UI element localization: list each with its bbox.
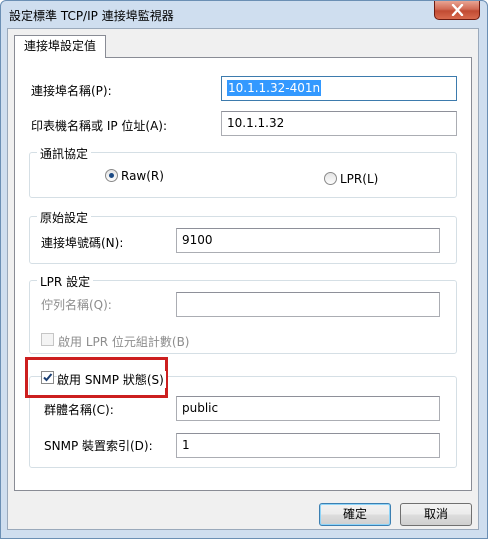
close-button[interactable] [434, 1, 480, 20]
port-name-input[interactable]: 10.1.1.32-401n [221, 76, 457, 101]
printer-name-label: 印表機名稱或 IP 位址(A): [31, 119, 168, 133]
cancel-button-label: 取消 [423, 507, 448, 521]
title-bar[interactable]: 設定標準 TCP/IP 連接埠監視器 [1, 1, 487, 28]
raw-radio[interactable] [105, 169, 118, 182]
lpr-byte-count-checkbox[interactable] [41, 333, 54, 346]
port-number-label: 連接埠號碼(N): [41, 236, 124, 250]
radio-selected-dot [109, 173, 114, 178]
port-name-label: 連接埠名稱(P): [31, 84, 112, 98]
community-name-value: public [182, 401, 219, 415]
protocol-group [29, 152, 457, 198]
community-name-label: 群體名稱(C): [44, 403, 114, 417]
tab-port-settings[interactable]: 連接埠設定值 [14, 35, 106, 58]
snmp-enable-checkbox[interactable] [41, 371, 54, 384]
printer-address-value: 10.1.1.32 [227, 116, 285, 130]
queue-name-input[interactable] [176, 292, 440, 317]
snmp-enable-label[interactable]: 啟用 SNMP 狀態(S) [57, 371, 166, 388]
raw-settings-legend: 原始設定 [37, 209, 92, 226]
port-number-value: 9100 [182, 233, 213, 247]
cancel-button[interactable]: 取消 [400, 503, 472, 526]
close-icon [451, 4, 464, 16]
raw-radio-label[interactable]: Raw(R) [121, 169, 164, 183]
snmp-device-index-input[interactable]: 1 [176, 433, 440, 458]
snmp-device-index-value: 1 [182, 438, 190, 452]
lpr-settings-legend: LPR 設定 [37, 273, 94, 290]
queue-name-label: 佇列名稱(Q): [41, 298, 112, 312]
checkmark-icon [43, 373, 53, 382]
ok-button[interactable]: 確定 [319, 503, 391, 526]
ok-button-label: 確定 [342, 507, 367, 521]
window-title: 設定標準 TCP/IP 連接埠監視器 [9, 9, 174, 23]
port-name-value: 10.1.1.32-401n [227, 80, 322, 96]
snmp-device-index-label: SNMP 裝置索引(D): [44, 439, 153, 453]
port-number-input[interactable]: 9100 [176, 228, 440, 253]
community-name-input[interactable]: public [176, 396, 440, 421]
protocol-legend: 通訊協定 [37, 145, 92, 162]
printer-address-input[interactable]: 10.1.1.32 [221, 111, 457, 136]
lpr-byte-count-label: 啟用 LPR 位元組計數(B) [58, 335, 190, 349]
tab-label: 連接埠設定值 [23, 39, 96, 53]
lpr-radio-label[interactable]: LPR(L) [340, 172, 378, 186]
lpr-radio[interactable] [324, 172, 337, 185]
